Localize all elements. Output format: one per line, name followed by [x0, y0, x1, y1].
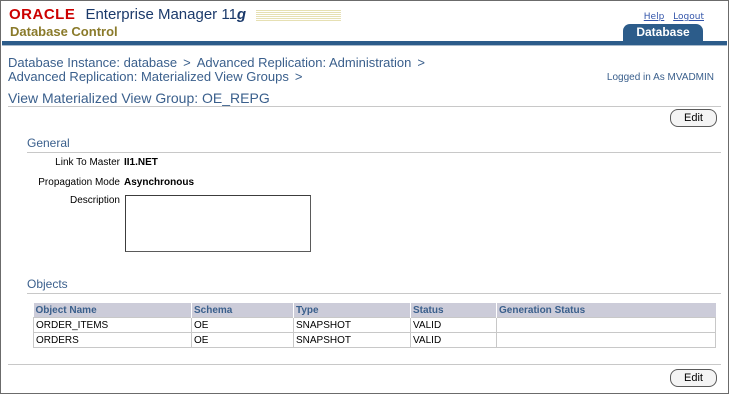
general-section-heading: General: [27, 136, 721, 153]
column-header-status: Status: [410, 303, 497, 318]
app-title: Enterprise Manager 11g: [85, 6, 246, 24]
app-version: g: [236, 6, 247, 23]
cell-generation-status: [496, 332, 716, 348]
cell-object-name: ORDER_ITEMS: [33, 317, 192, 333]
objects-table: Object Name Schema Type Status Generatio…: [33, 303, 716, 348]
edit-button-bottom[interactable]: Edit: [670, 369, 717, 387]
table-row: ORDER_ITEMS OE SNAPSHOT VALID: [33, 317, 716, 333]
breadcrumb-separator: >: [294, 69, 303, 84]
title-divider: [8, 106, 721, 107]
tab-bar: [2, 41, 727, 46]
global-links: Help Logout: [638, 12, 704, 22]
breadcrumb-database-instance[interactable]: Database Instance: database: [8, 55, 177, 70]
cell-schema: OE: [191, 317, 294, 333]
bottom-divider: [8, 364, 721, 365]
app-title-text: Enterprise Manager 11: [85, 6, 237, 23]
column-header-type: Type: [293, 303, 411, 318]
page-title: View Materialized View Group: OE_REPG: [8, 90, 270, 106]
column-header-schema: Schema: [191, 303, 294, 318]
breadcrumb-separator: >: [183, 55, 191, 70]
oracle-logo: ORACLE: [9, 6, 76, 23]
table-header-row: Object Name Schema Type Status Generatio…: [33, 303, 716, 318]
description-field[interactable]: [125, 195, 311, 252]
table-row: ORDERS OE SNAPSHOT VALID: [33, 332, 716, 348]
breadcrumb-separator: >: [417, 55, 425, 70]
logout-link[interactable]: Logout: [673, 12, 704, 22]
description-label: Description: [69, 195, 120, 206]
cell-status: VALID: [410, 317, 497, 333]
objects-section-heading: Objects: [27, 277, 721, 294]
app-subtitle: Database Control: [10, 24, 118, 39]
cell-type: SNAPSHOT: [293, 332, 411, 348]
cell-schema: OE: [191, 332, 294, 348]
link-to-master-label: Link To Master: [55, 157, 120, 168]
propagation-mode-label: Propagation Mode: [38, 177, 120, 188]
breadcrumb-mv-groups[interactable]: Advanced Replication: Materialized View …: [8, 69, 289, 84]
propagation-mode-value: Asynchronous: [124, 177, 195, 188]
brand-area: ORACLE Enterprise Manager 11g: [9, 6, 342, 24]
link-to-master-value: II1.NET: [124, 157, 158, 168]
breadcrumb: Database Instance: database > Advanced Rep…: [8, 56, 431, 84]
help-link[interactable]: Help: [644, 12, 665, 22]
logged-in-status: Logged in As MVADMIN: [606, 72, 714, 83]
edit-button-top[interactable]: Edit: [670, 109, 717, 127]
column-header-generation-status: Generation Status: [496, 303, 716, 318]
cell-object-name: ORDERS: [33, 332, 192, 348]
tab-database[interactable]: Database: [623, 24, 703, 41]
decorative-stripes: [256, 10, 342, 22]
cell-status: VALID: [410, 332, 497, 348]
cell-type: SNAPSHOT: [293, 317, 411, 333]
breadcrumb-replication-admin[interactable]: Advanced Replication: Administration: [197, 55, 412, 70]
column-header-object-name: Object Name: [33, 303, 192, 318]
cell-generation-status: [496, 317, 716, 333]
